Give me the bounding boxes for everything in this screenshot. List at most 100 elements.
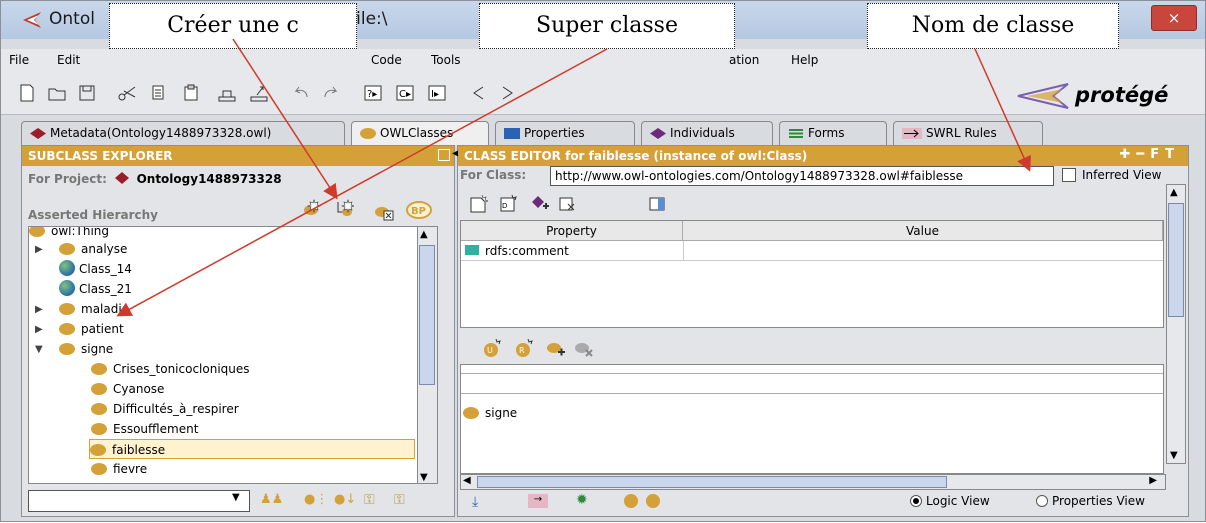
- tree-node-difficultes[interactable]: Difficultés_à_respirer: [91, 399, 239, 419]
- redo-icon[interactable]: [321, 83, 341, 103]
- menu-file[interactable]: File: [9, 53, 29, 67]
- hierarchy-icon[interactable]: ●⋮: [304, 492, 328, 507]
- tab-forms[interactable]: Forms: [779, 121, 887, 145]
- tree-node-crises[interactable]: Crises_tonicocloniques: [91, 359, 250, 379]
- key-icon[interactable]: ⚿: [364, 492, 375, 508]
- add-datatype-icon[interactable]: D: [498, 194, 518, 214]
- create-property-icon[interactable]: [468, 194, 488, 214]
- annotation-property-icon: [465, 245, 479, 255]
- bug-icon[interactable]: ✹: [576, 492, 588, 508]
- logic-view-radio[interactable]: [910, 495, 922, 507]
- expand-icon[interactable]: ▶: [35, 324, 43, 335]
- import-icon[interactable]: ⤓: [472, 494, 478, 510]
- new-project-icon[interactable]: [17, 83, 37, 103]
- tree-node-class-14[interactable]: Class_14: [59, 259, 132, 279]
- add-superclass-icon[interactable]: [546, 338, 566, 358]
- dropdown-icon[interactable]: ▼: [232, 492, 240, 503]
- expand-icon[interactable]: ▶: [35, 304, 43, 315]
- menu-edit[interactable]: Edit: [57, 53, 80, 67]
- create-subclass-icon[interactable]: [302, 198, 322, 218]
- col-value[interactable]: Value: [683, 221, 1163, 241]
- tab-owlclasses[interactable]: OWLClasses: [351, 121, 489, 145]
- expand-icon[interactable]: ▶: [35, 244, 43, 255]
- scroll-thumb[interactable]: [419, 245, 435, 385]
- editor-scrollbar[interactable]: ▲ ▼: [1166, 184, 1186, 464]
- delete-class-icon[interactable]: [374, 202, 394, 222]
- tree-node-faiblesse[interactable]: faiblesse: [89, 439, 415, 459]
- tree-node-analyse[interactable]: analyse: [59, 239, 127, 259]
- logic-view-option[interactable]: Logic View: [910, 494, 990, 508]
- cell-divider: [683, 241, 684, 261]
- class-view-icon[interactable]: C▸: [395, 83, 415, 103]
- menu-tools[interactable]: Tools: [431, 53, 461, 67]
- tree-node-maladie[interactable]: maladie: [59, 299, 129, 319]
- remove-superclass-icon[interactable]: [574, 338, 594, 358]
- inferred-view-checkbox[interactable]: [1062, 168, 1076, 182]
- search-field[interactable]: [28, 490, 250, 512]
- tree-node-signe[interactable]: signe: [59, 339, 113, 359]
- remove-annotation-icon[interactable]: [558, 194, 578, 214]
- tab-individuals[interactable]: Individuals: [641, 121, 773, 145]
- properties-view-option[interactable]: Properties View: [1036, 494, 1145, 508]
- project-icon: [114, 172, 129, 184]
- header-actions-icon[interactable]: ✚━FT: [1120, 147, 1180, 162]
- create-restriction-r-icon[interactable]: R: [514, 338, 534, 358]
- save-icon[interactable]: [77, 83, 97, 103]
- tab-properties[interactable]: Properties: [495, 121, 635, 145]
- tree-scrollbar[interactable]: ▲ ▼: [417, 227, 437, 483]
- tree-node-class-21[interactable]: Class_21: [59, 279, 132, 299]
- undo-icon[interactable]: [291, 83, 311, 103]
- inferred-view-label: Inferred View: [1082, 168, 1162, 182]
- tree-node-fievre[interactable]: fievre: [91, 459, 147, 479]
- swrl-rule-icon[interactable]: →: [528, 494, 548, 508]
- tree-node-essoufflement[interactable]: Essoufflement: [91, 419, 198, 439]
- view-icon[interactable]: [648, 194, 668, 214]
- union-icon[interactable]: [624, 494, 638, 508]
- insert-icon[interactable]: [217, 83, 237, 103]
- tree-node-patient[interactable]: patient: [59, 319, 124, 339]
- move-down-icon[interactable]: ●↓: [334, 492, 356, 507]
- paste-icon[interactable]: [181, 83, 201, 103]
- scroll-left-icon[interactable]: ◀: [463, 475, 471, 486]
- back-icon[interactable]: [469, 83, 489, 103]
- scroll-up-icon[interactable]: ▲: [420, 229, 428, 240]
- find-icon[interactable]: ♟♟: [260, 492, 283, 507]
- query-icon[interactable]: ?▸: [363, 83, 383, 103]
- bp-icon[interactable]: BP: [406, 200, 432, 220]
- scroll-up-icon[interactable]: ▲: [1170, 187, 1178, 198]
- tab-swrl-rules[interactable]: SWRL Rules: [893, 121, 1043, 145]
- scroll-right-icon[interactable]: ▶: [1149, 475, 1157, 486]
- hscroll-thumb[interactable]: [477, 476, 947, 488]
- tree-label: Difficultés_à_respirer: [113, 402, 239, 416]
- menu-code[interactable]: Code: [371, 53, 402, 67]
- col-property[interactable]: Property: [461, 221, 683, 241]
- copy-icon[interactable]: [149, 83, 169, 103]
- export-icon[interactable]: [249, 83, 269, 103]
- open-project-icon[interactable]: [47, 83, 67, 103]
- forward-icon[interactable]: [497, 83, 517, 103]
- collapse-icon[interactable]: ▼: [35, 344, 43, 355]
- table-row[interactable]: rdfs:comment: [461, 241, 1163, 261]
- editor-hscrollbar[interactable]: ◀ ▶: [460, 474, 1166, 490]
- scroll-down-icon[interactable]: ▼: [1170, 450, 1178, 461]
- tab-metadata[interactable]: Metadata(Ontology1488973328.owl): [21, 121, 345, 145]
- create-restriction-icon[interactable]: U: [482, 338, 502, 358]
- maximize-icon[interactable]: [438, 149, 450, 161]
- add-annotation-icon[interactable]: [530, 194, 550, 214]
- key-remove-icon[interactable]: ⚿: [394, 492, 405, 508]
- tree-node-cyanose[interactable]: Cyanose: [91, 379, 164, 399]
- superclass-row[interactable]: signe: [463, 403, 517, 423]
- menu-collaboration[interactable]: ation: [729, 53, 759, 67]
- logic-view-label: Logic View: [926, 494, 990, 508]
- scroll-thumb[interactable]: [1168, 203, 1184, 317]
- properties-view-radio[interactable]: [1036, 495, 1048, 507]
- class-name-field[interactable]: http://www.owl-ontologies.com/Ontology14…: [550, 166, 1054, 186]
- instance-view-icon[interactable]: I▸: [427, 83, 447, 103]
- create-sibling-class-icon[interactable]: [334, 198, 354, 218]
- menu-help[interactable]: Help: [791, 53, 818, 67]
- list-icon[interactable]: [646, 494, 660, 508]
- cut-icon[interactable]: [117, 83, 137, 103]
- class-icon: [91, 423, 107, 435]
- close-button[interactable]: ×: [1151, 5, 1197, 31]
- scroll-down-icon[interactable]: ▼: [420, 472, 428, 483]
